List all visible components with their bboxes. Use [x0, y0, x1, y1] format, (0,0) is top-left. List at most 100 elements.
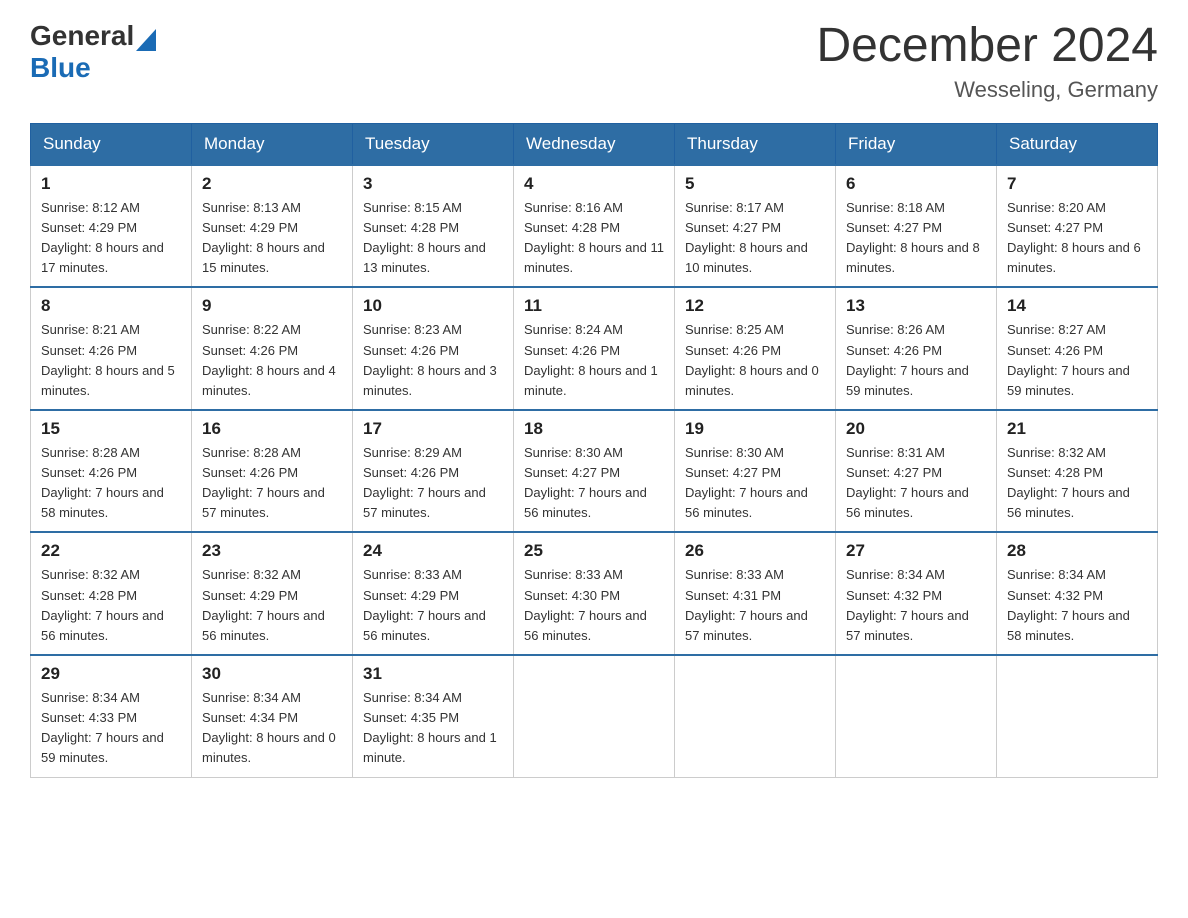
day-number: 26: [685, 541, 825, 561]
day-info: Sunrise: 8:26 AM Sunset: 4:26 PM Dayligh…: [846, 320, 986, 401]
day-cell: 11 Sunrise: 8:24 AM Sunset: 4:26 PM Dayl…: [514, 287, 675, 410]
day-cell: 16 Sunrise: 8:28 AM Sunset: 4:26 PM Dayl…: [192, 410, 353, 533]
day-number: 30: [202, 664, 342, 684]
day-info: Sunrise: 8:15 AM Sunset: 4:28 PM Dayligh…: [363, 198, 503, 279]
day-number: 3: [363, 174, 503, 194]
day-cell: 20 Sunrise: 8:31 AM Sunset: 4:27 PM Dayl…: [836, 410, 997, 533]
day-cell: 6 Sunrise: 8:18 AM Sunset: 4:27 PM Dayli…: [836, 165, 997, 288]
day-cell: 22 Sunrise: 8:32 AM Sunset: 4:28 PM Dayl…: [31, 532, 192, 655]
day-info: Sunrise: 8:29 AM Sunset: 4:26 PM Dayligh…: [363, 443, 503, 524]
day-number: 25: [524, 541, 664, 561]
day-number: 23: [202, 541, 342, 561]
day-cell: 21 Sunrise: 8:32 AM Sunset: 4:28 PM Dayl…: [997, 410, 1158, 533]
day-cell: 2 Sunrise: 8:13 AM Sunset: 4:29 PM Dayli…: [192, 165, 353, 288]
day-number: 15: [41, 419, 181, 439]
day-info: Sunrise: 8:17 AM Sunset: 4:27 PM Dayligh…: [685, 198, 825, 279]
day-info: Sunrise: 8:18 AM Sunset: 4:27 PM Dayligh…: [846, 198, 986, 279]
day-cell: [675, 655, 836, 777]
day-number: 16: [202, 419, 342, 439]
week-row-4: 22 Sunrise: 8:32 AM Sunset: 4:28 PM Dayl…: [31, 532, 1158, 655]
day-info: Sunrise: 8:33 AM Sunset: 4:29 PM Dayligh…: [363, 565, 503, 646]
day-info: Sunrise: 8:13 AM Sunset: 4:29 PM Dayligh…: [202, 198, 342, 279]
day-cell: 3 Sunrise: 8:15 AM Sunset: 4:28 PM Dayli…: [353, 165, 514, 288]
day-info: Sunrise: 8:28 AM Sunset: 4:26 PM Dayligh…: [202, 443, 342, 524]
day-info: Sunrise: 8:34 AM Sunset: 4:35 PM Dayligh…: [363, 688, 503, 769]
day-cell: 24 Sunrise: 8:33 AM Sunset: 4:29 PM Dayl…: [353, 532, 514, 655]
day-info: Sunrise: 8:30 AM Sunset: 4:27 PM Dayligh…: [524, 443, 664, 524]
week-row-5: 29 Sunrise: 8:34 AM Sunset: 4:33 PM Dayl…: [31, 655, 1158, 777]
day-number: 1: [41, 174, 181, 194]
logo-general: General: [30, 20, 134, 52]
day-cell: 26 Sunrise: 8:33 AM Sunset: 4:31 PM Dayl…: [675, 532, 836, 655]
day-cell: 23 Sunrise: 8:32 AM Sunset: 4:29 PM Dayl…: [192, 532, 353, 655]
day-number: 27: [846, 541, 986, 561]
day-info: Sunrise: 8:28 AM Sunset: 4:26 PM Dayligh…: [41, 443, 181, 524]
day-number: 29: [41, 664, 181, 684]
day-info: Sunrise: 8:25 AM Sunset: 4:26 PM Dayligh…: [685, 320, 825, 401]
day-number: 12: [685, 296, 825, 316]
day-cell: 12 Sunrise: 8:25 AM Sunset: 4:26 PM Dayl…: [675, 287, 836, 410]
page-header: General Blue December 2024 Wesseling, Ge…: [30, 20, 1158, 103]
day-info: Sunrise: 8:22 AM Sunset: 4:26 PM Dayligh…: [202, 320, 342, 401]
day-number: 19: [685, 419, 825, 439]
day-number: 31: [363, 664, 503, 684]
day-number: 6: [846, 174, 986, 194]
day-info: Sunrise: 8:23 AM Sunset: 4:26 PM Dayligh…: [363, 320, 503, 401]
day-number: 17: [363, 419, 503, 439]
logo-triangle-icon: [136, 25, 156, 51]
day-number: 9: [202, 296, 342, 316]
day-info: Sunrise: 8:33 AM Sunset: 4:30 PM Dayligh…: [524, 565, 664, 646]
day-cell: 17 Sunrise: 8:29 AM Sunset: 4:26 PM Dayl…: [353, 410, 514, 533]
day-cell: 7 Sunrise: 8:20 AM Sunset: 4:27 PM Dayli…: [997, 165, 1158, 288]
day-number: 14: [1007, 296, 1147, 316]
day-info: Sunrise: 8:21 AM Sunset: 4:26 PM Dayligh…: [41, 320, 181, 401]
week-row-2: 8 Sunrise: 8:21 AM Sunset: 4:26 PM Dayli…: [31, 287, 1158, 410]
day-info: Sunrise: 8:32 AM Sunset: 4:29 PM Dayligh…: [202, 565, 342, 646]
day-number: 28: [1007, 541, 1147, 561]
day-info: Sunrise: 8:34 AM Sunset: 4:32 PM Dayligh…: [1007, 565, 1147, 646]
day-cell: 8 Sunrise: 8:21 AM Sunset: 4:26 PM Dayli…: [31, 287, 192, 410]
header-saturday: Saturday: [997, 123, 1158, 165]
day-cell: 13 Sunrise: 8:26 AM Sunset: 4:26 PM Dayl…: [836, 287, 997, 410]
day-info: Sunrise: 8:16 AM Sunset: 4:28 PM Dayligh…: [524, 198, 664, 279]
day-number: 7: [1007, 174, 1147, 194]
day-info: Sunrise: 8:33 AM Sunset: 4:31 PM Dayligh…: [685, 565, 825, 646]
day-cell: 31 Sunrise: 8:34 AM Sunset: 4:35 PM Dayl…: [353, 655, 514, 777]
day-info: Sunrise: 8:27 AM Sunset: 4:26 PM Dayligh…: [1007, 320, 1147, 401]
logo-blue: Blue: [30, 52, 91, 83]
header-thursday: Thursday: [675, 123, 836, 165]
day-cell: 30 Sunrise: 8:34 AM Sunset: 4:34 PM Dayl…: [192, 655, 353, 777]
day-number: 5: [685, 174, 825, 194]
location: Wesseling, Germany: [816, 77, 1158, 103]
day-number: 10: [363, 296, 503, 316]
day-cell: 15 Sunrise: 8:28 AM Sunset: 4:26 PM Dayl…: [31, 410, 192, 533]
day-cell: 28 Sunrise: 8:34 AM Sunset: 4:32 PM Dayl…: [997, 532, 1158, 655]
day-info: Sunrise: 8:31 AM Sunset: 4:27 PM Dayligh…: [846, 443, 986, 524]
day-cell: 29 Sunrise: 8:34 AM Sunset: 4:33 PM Dayl…: [31, 655, 192, 777]
header-sunday: Sunday: [31, 123, 192, 165]
day-info: Sunrise: 8:34 AM Sunset: 4:34 PM Dayligh…: [202, 688, 342, 769]
header-wednesday: Wednesday: [514, 123, 675, 165]
day-number: 24: [363, 541, 503, 561]
day-cell: 27 Sunrise: 8:34 AM Sunset: 4:32 PM Dayl…: [836, 532, 997, 655]
day-cell: 4 Sunrise: 8:16 AM Sunset: 4:28 PM Dayli…: [514, 165, 675, 288]
day-number: 21: [1007, 419, 1147, 439]
day-cell: 25 Sunrise: 8:33 AM Sunset: 4:30 PM Dayl…: [514, 532, 675, 655]
day-info: Sunrise: 8:30 AM Sunset: 4:27 PM Dayligh…: [685, 443, 825, 524]
day-number: 4: [524, 174, 664, 194]
logo: General Blue: [30, 20, 156, 84]
day-number: 20: [846, 419, 986, 439]
day-number: 22: [41, 541, 181, 561]
day-info: Sunrise: 8:20 AM Sunset: 4:27 PM Dayligh…: [1007, 198, 1147, 279]
header-monday: Monday: [192, 123, 353, 165]
day-cell: 19 Sunrise: 8:30 AM Sunset: 4:27 PM Dayl…: [675, 410, 836, 533]
day-number: 13: [846, 296, 986, 316]
day-cell: [836, 655, 997, 777]
day-cell: 14 Sunrise: 8:27 AM Sunset: 4:26 PM Dayl…: [997, 287, 1158, 410]
day-info: Sunrise: 8:12 AM Sunset: 4:29 PM Dayligh…: [41, 198, 181, 279]
day-cell: [514, 655, 675, 777]
day-cell: 9 Sunrise: 8:22 AM Sunset: 4:26 PM Dayli…: [192, 287, 353, 410]
day-number: 18: [524, 419, 664, 439]
day-cell: 18 Sunrise: 8:30 AM Sunset: 4:27 PM Dayl…: [514, 410, 675, 533]
header-row: SundayMondayTuesdayWednesdayThursdayFrid…: [31, 123, 1158, 165]
